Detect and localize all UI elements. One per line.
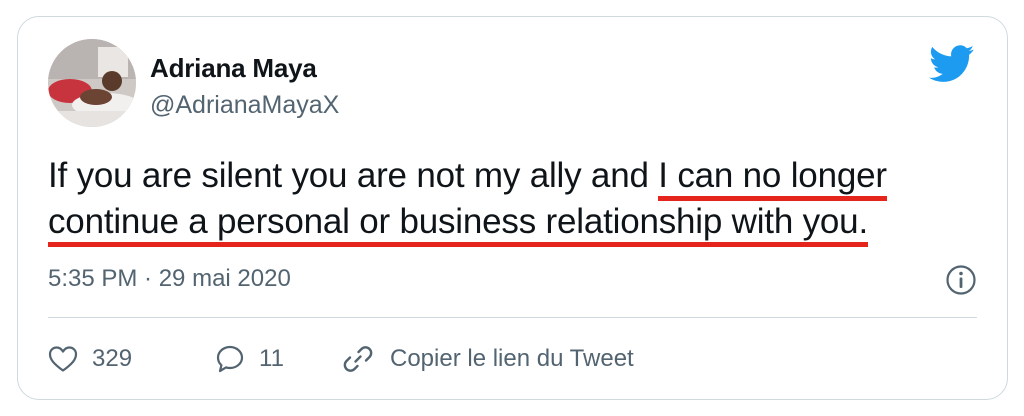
author-handle[interactable]: @AdrianaMayaX xyxy=(150,91,339,120)
tweet-card[interactable]: Adriana Maya @AdrianaMayaX If you are si… xyxy=(17,16,1008,400)
like-count: 329 xyxy=(92,345,133,372)
tweet-text-plain: If you are silent you are not my ally an… xyxy=(48,156,659,195)
avatar-photo xyxy=(48,39,136,127)
tweet-text: If you are silent you are not my ally an… xyxy=(48,153,978,247)
info-icon[interactable] xyxy=(945,264,977,296)
reply-count: 11 xyxy=(259,345,284,372)
divider xyxy=(48,317,977,318)
author-name[interactable]: Adriana Maya xyxy=(150,53,317,84)
heart-icon xyxy=(48,346,78,372)
copy-link-label: Copier le lien du Tweet xyxy=(390,345,634,372)
twitter-bird-icon[interactable] xyxy=(929,45,975,83)
avatar[interactable] xyxy=(48,39,136,127)
reply-button[interactable]: 11 xyxy=(215,344,342,374)
speech-bubble-icon xyxy=(216,345,244,373)
tweet-timestamp[interactable]: 5:35 PM · 29 mai 2020 xyxy=(48,265,291,293)
tweet-actions: 329 11 Copier le lien du Tweet xyxy=(48,339,634,379)
like-button[interactable]: 329 xyxy=(48,345,215,373)
copy-link-button[interactable]: Copier le lien du Tweet xyxy=(342,343,634,375)
link-icon xyxy=(343,346,373,372)
